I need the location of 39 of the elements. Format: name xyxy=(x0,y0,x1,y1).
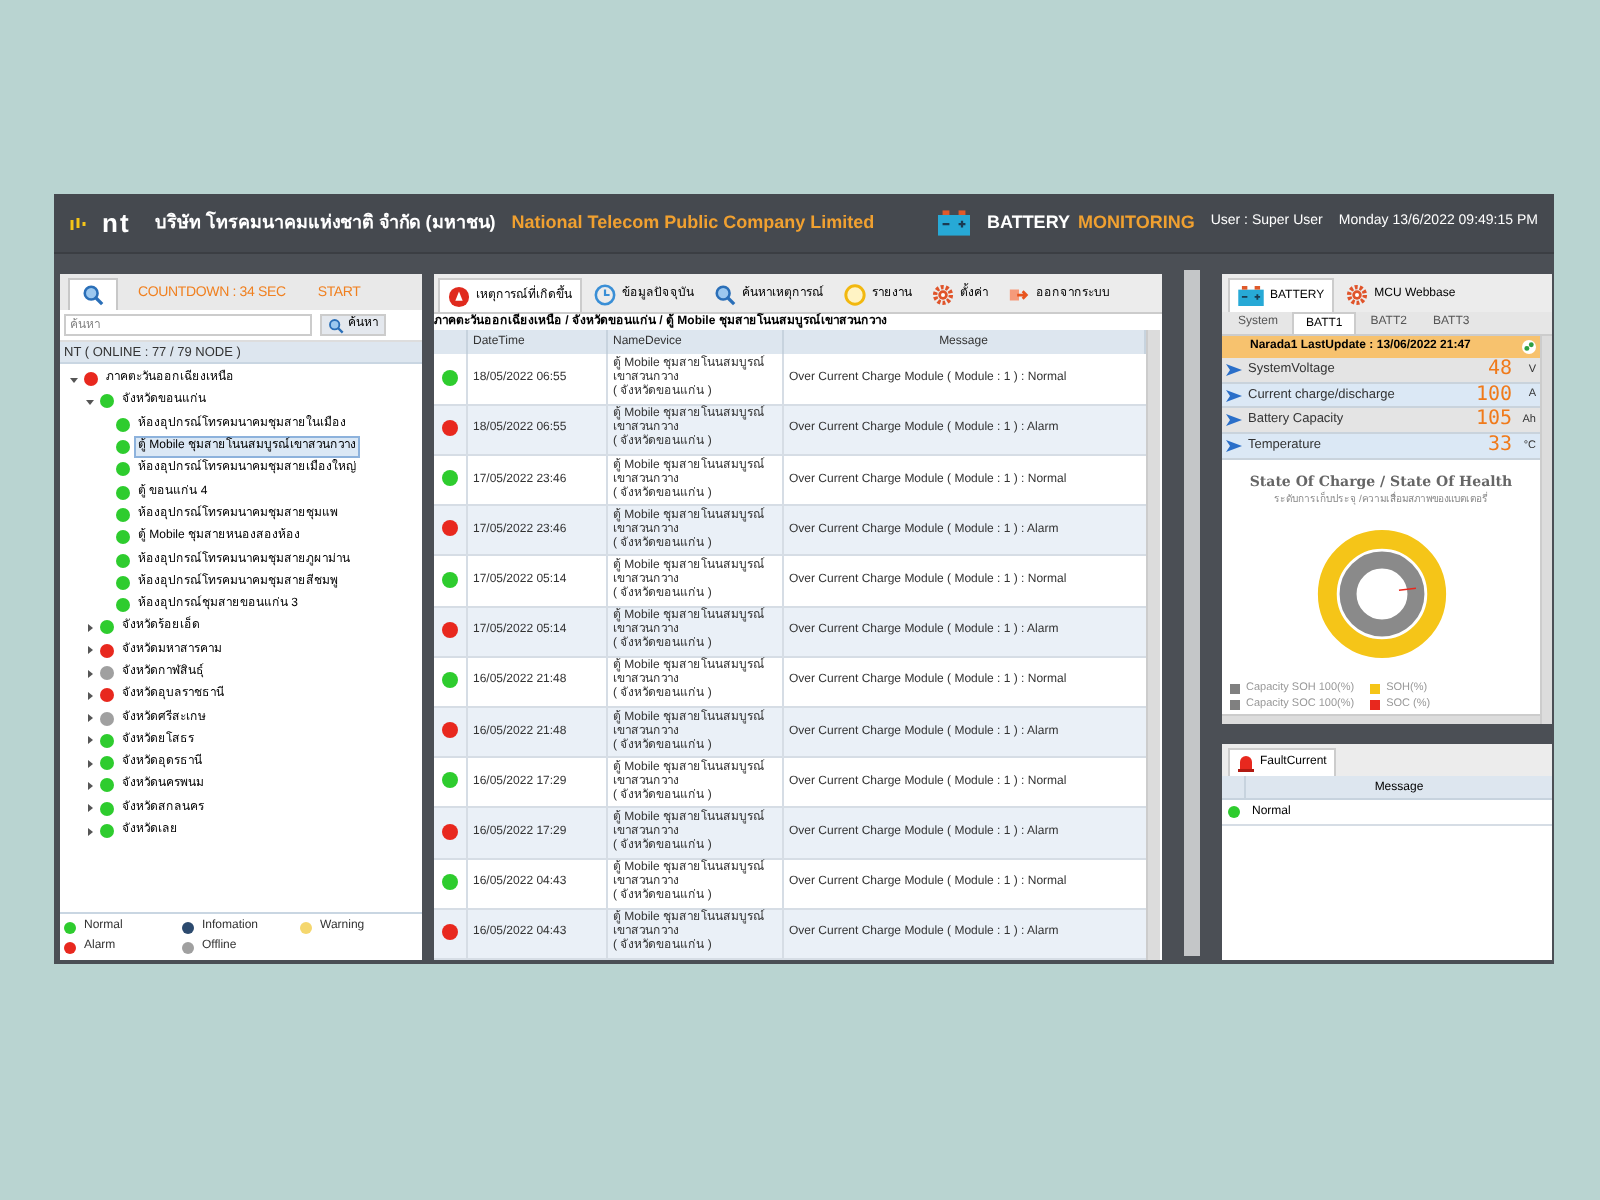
expander-icon[interactable] xyxy=(84,781,96,790)
scrollbar[interactable] xyxy=(1146,330,1160,960)
exit-arrow-icon xyxy=(1008,284,1030,306)
donut-chart-drawing xyxy=(1316,529,1446,659)
expander-icon[interactable] xyxy=(84,623,96,632)
expander-icon[interactable] xyxy=(84,397,96,406)
logo-mark-icon xyxy=(70,215,86,231)
scrollbar[interactable] xyxy=(1540,336,1552,724)
tab[interactable] xyxy=(68,278,118,310)
expander-icon[interactable] xyxy=(84,759,96,768)
metric-value: 33 xyxy=(1485,436,1512,457)
metric-value: 100 xyxy=(1473,385,1512,406)
gear-icon xyxy=(1346,284,1369,306)
expander-icon[interactable] xyxy=(84,804,96,813)
ring-icon xyxy=(844,284,866,306)
expander-icon[interactable] xyxy=(84,714,96,723)
siren-icon xyxy=(1238,754,1254,772)
battery-icon xyxy=(938,210,971,236)
app-title: MONITORING xyxy=(1077,209,1195,236)
app-title: BATTERY xyxy=(986,209,1070,236)
metric-value: 48 xyxy=(1485,359,1512,380)
scrollbar[interactable] xyxy=(1222,713,1540,725)
expander-icon[interactable] xyxy=(84,691,96,700)
search-icon xyxy=(328,317,344,333)
company-name-english: National Telecom Public Company Limited xyxy=(511,209,875,236)
clock-icon xyxy=(594,284,616,306)
expander-icon[interactable] xyxy=(84,827,96,836)
expander-icon[interactable] xyxy=(84,736,96,745)
search-icon xyxy=(82,284,104,306)
company-name-thai: บริษัท โทรคมนาคมแห่งชาติ จำกัด (มหาชน) xyxy=(154,209,496,236)
expander-icon[interactable] xyxy=(84,669,96,677)
search-icon xyxy=(714,284,736,306)
expander-icon[interactable] xyxy=(84,646,96,655)
logo: nt xyxy=(102,210,131,236)
battery-icon xyxy=(1238,286,1264,306)
alarm-icon xyxy=(448,285,470,307)
expander-icon[interactable] xyxy=(68,375,80,384)
gear-icon xyxy=(932,284,954,306)
metric-value: 105 xyxy=(1473,410,1512,431)
